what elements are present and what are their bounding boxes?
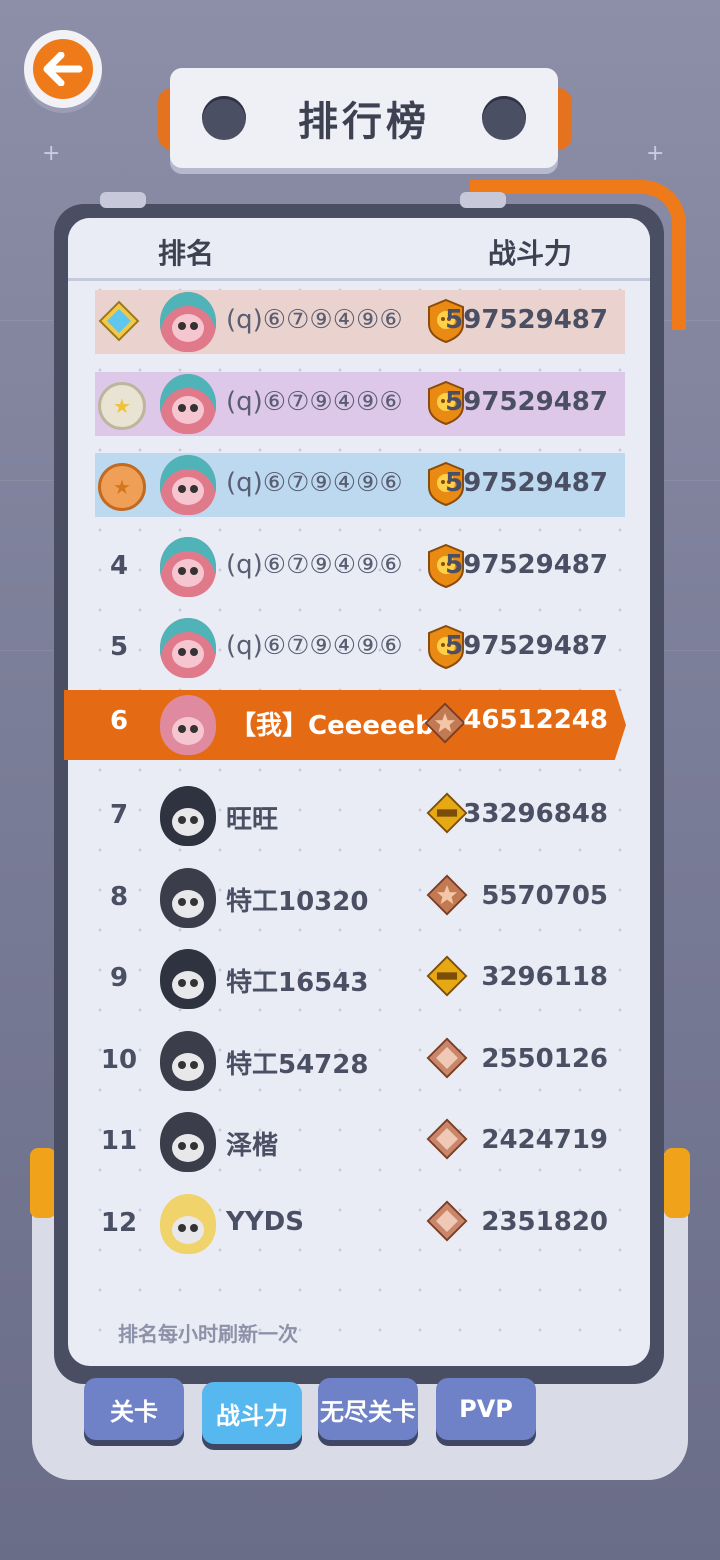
current-user-row[interactable]: 6 【我】Ceeeeeb 46512248 [64,690,626,760]
power-value: 597529487 [445,549,608,580]
rank-number: 12 [100,1207,138,1238]
tab-endless[interactable]: 无尽关卡 [318,1378,418,1440]
dock-clip [30,1148,56,1218]
rank-badge-icon [426,1037,468,1083]
power-value: 2550126 [481,1043,608,1074]
power-value: 597529487 [445,305,608,335]
player-name: 特工16543 [226,968,369,998]
bronze-medal-icon: ★ [98,463,146,511]
player-name: (q)⑥⑦⑨④⑨⑥ [226,549,403,580]
avatar [160,455,216,515]
power-value: 597529487 [445,468,608,498]
tab-pvp[interactable]: PVP [436,1378,536,1440]
back-button[interactable] [24,30,102,108]
table-row[interactable]: ★ (q)⑥⑦⑨④⑨⑥ 597529487 [68,371,650,442]
diamond-medal-icon [98,300,140,342]
player-name: YYDS [226,1206,304,1237]
avatar [160,1112,216,1172]
table-row[interactable]: 4 (q)⑥⑦⑨④⑨⑥ 597529487 [68,535,650,605]
rank-number: 6 [109,706,129,736]
refresh-note: 排名每小时刷新一次 [118,1322,298,1346]
power-value: 597529487 [445,386,608,417]
power-value: 2351820 [481,1206,608,1237]
bolt-icon [482,96,526,140]
avatar [160,536,216,597]
sparkle-icon: + [646,141,665,166]
avatar [160,1030,216,1091]
tab-power[interactable]: 战斗力 [202,1382,302,1444]
table-row[interactable]: 8 特工10320 5570705 [68,866,650,936]
rank-badge-icon [426,1118,468,1164]
player-name: 【我】Ceeeeeb [230,711,434,741]
power-value: 3296118 [481,962,608,992]
leaderboard-header: 排名 战斗力 [68,218,650,281]
player-name: 特工10320 [226,886,369,917]
rank-number: 11 [100,1126,138,1156]
player-name: (q)⑥⑦⑨④⑨⑥ [226,386,403,417]
avatar [160,867,216,928]
table-row[interactable]: 7 旺旺 33296848 [68,784,650,854]
player-name: 旺旺 [226,805,279,835]
player-name: 泽楷 [226,1131,279,1161]
table-row[interactable]: 9 特工16543 3296118 [68,947,650,1017]
table-row[interactable]: 10 特工54728 2550126 [68,1029,650,1099]
leaderboard-panel[interactable]: 排名 战斗力 (q)⑥⑦⑨④⑨⑥ 597529487 ★ (q)⑥⑦⑨④⑨⑥ 59752… [68,218,650,1366]
avatar [160,786,216,846]
rank-number: 9 [109,963,129,993]
table-row[interactable]: 12 YYDS 2351820 [68,1192,650,1262]
power-value: 46512248 [463,705,608,735]
player-name: 特工54728 [226,1049,369,1080]
avatar [160,373,216,434]
rank-number: 8 [109,881,129,912]
avatar [160,949,216,1009]
rank-number: 5 [109,632,129,662]
rank-number: 10 [100,1044,138,1075]
dock-clip [664,1148,690,1218]
sparkle-icon: + [42,141,61,166]
player-name: (q)⑥⑦⑨④⑨⑥ [226,305,403,335]
bolt-icon [202,96,246,140]
power-column-header: 战斗力 [488,237,573,270]
rank-badge-icon [426,1200,468,1246]
player-name: (q)⑥⑦⑨④⑨⑥ [226,631,403,661]
rank-badge-icon [426,955,468,1001]
power-value: 597529487 [445,631,608,661]
page-title: 排行榜 [298,99,430,145]
tab-level[interactable]: 关卡 [84,1378,184,1440]
table-row[interactable]: ★ (q)⑥⑦⑨④⑨⑥ 597529487 [68,453,650,523]
rank-column-header: 排名 [158,237,215,270]
rank-number: 7 [109,800,129,830]
frame-tab [460,192,506,208]
power-value: 33296848 [463,799,608,829]
rank-badge-icon [426,792,468,838]
rank-badge-icon [426,874,468,920]
avatar [160,618,216,678]
player-name: (q)⑥⑦⑨④⑨⑥ [226,468,403,498]
silver-medal-icon: ★ [98,381,146,430]
table-row[interactable]: 5 (q)⑥⑦⑨④⑨⑥ 597529487 [68,616,650,686]
arrow-left-icon [33,39,93,99]
power-value: 2424719 [481,1125,608,1155]
frame-tab [100,192,146,208]
avatar [160,695,216,755]
rank-badge-icon [424,702,466,748]
table-row[interactable]: 11 泽楷 2424719 [68,1110,650,1180]
table-row[interactable]: (q)⑥⑦⑨④⑨⑥ 597529487 [68,290,650,360]
power-value: 5570705 [481,880,608,911]
avatar [160,292,216,352]
title-plaque: 排行榜 [170,68,558,168]
avatar [160,1193,216,1254]
rank-number: 4 [109,550,129,581]
